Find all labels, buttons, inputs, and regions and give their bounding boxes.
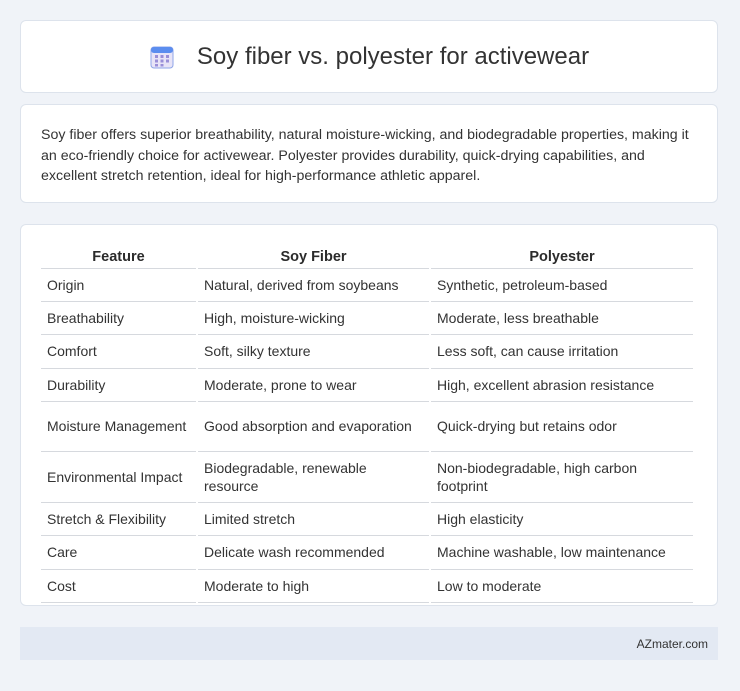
polyester-cell: Machine washable, low maintenance	[431, 536, 693, 570]
footer-brand[interactable]: AZmater.com	[637, 637, 708, 651]
table-row: Origin Natural, derived from soybeans Sy…	[41, 269, 693, 303]
column-header-feature: Feature	[41, 243, 196, 269]
table-row: Durability Moderate, prone to wear High,…	[41, 369, 693, 402]
soy-fiber-cell: Moderate, prone to wear	[198, 369, 429, 402]
soy-fiber-cell: Biodegradable, renewable resource	[198, 452, 429, 504]
feature-cell: Durability	[41, 369, 196, 402]
polyester-cell: Non-biodegradable, high carbon footprint	[431, 452, 693, 504]
soy-fiber-cell: Moderate to high	[198, 570, 429, 603]
calendar-icon	[150, 46, 174, 68]
column-header-polyester: Polyester	[431, 243, 693, 269]
polyester-cell: Less soft, can cause irritation	[431, 335, 693, 369]
table-row: Cost Moderate to high Low to moderate	[41, 570, 693, 603]
title-card: Soy fiber vs. polyester for activewear	[20, 20, 718, 93]
polyester-cell: Quick-drying but retains odor	[431, 402, 693, 452]
comparison-table-card: Feature Soy Fiber Polyester Origin Natur…	[20, 224, 718, 606]
polyester-cell: Synthetic, petroleum-based	[431, 269, 693, 303]
feature-cell: Cost	[41, 570, 196, 603]
table-row: Comfort Soft, silky texture Less soft, c…	[41, 335, 693, 369]
feature-cell: Breathability	[41, 302, 196, 336]
table-row: Breathability High, moisture-wicking Mod…	[41, 302, 693, 336]
table-header-row: Feature Soy Fiber Polyester	[41, 243, 693, 269]
table-row: Stretch & Flexibility Limited stretch Hi…	[41, 503, 693, 537]
feature-cell: Origin	[41, 269, 196, 303]
soy-fiber-cell: Natural, derived from soybeans	[198, 269, 429, 303]
feature-cell: Moisture Management	[41, 402, 196, 452]
feature-cell: Stretch & Flexibility	[41, 503, 196, 537]
intro-text: Soy fiber offers superior breathability,…	[41, 127, 689, 185]
soy-fiber-cell: Good absorption and evaporation	[198, 402, 429, 452]
soy-fiber-cell: Limited stretch	[198, 503, 429, 537]
polyester-cell: Low to moderate	[431, 570, 693, 603]
footer: AZmater.com	[20, 627, 718, 660]
polyester-cell: High elasticity	[431, 503, 693, 537]
table-row: Environmental Impact Biodegradable, rene…	[41, 452, 693, 504]
polyester-cell: Moderate, less breathable	[431, 302, 693, 336]
column-header-soy-fiber: Soy Fiber	[198, 243, 429, 269]
intro-card: Soy fiber offers superior breathability,…	[20, 104, 718, 203]
feature-cell: Comfort	[41, 335, 196, 369]
title-wrap: Soy fiber vs. polyester for activewear	[149, 43, 589, 71]
polyester-cell: High, excellent abrasion resistance	[431, 369, 693, 402]
soy-fiber-cell: Soft, silky texture	[198, 335, 429, 369]
soy-fiber-cell: Delicate wash recommended	[198, 536, 429, 570]
table-row: Care Delicate wash recommended Machine w…	[41, 536, 693, 570]
comparison-table: Feature Soy Fiber Polyester Origin Natur…	[39, 243, 695, 603]
feature-cell: Environmental Impact	[41, 452, 196, 504]
soy-fiber-cell: High, moisture-wicking	[198, 302, 429, 336]
table-row: Moisture Management Good absorption and …	[41, 402, 693, 452]
feature-cell: Care	[41, 536, 196, 570]
page-title: Soy fiber vs. polyester for activewear	[196, 42, 590, 70]
